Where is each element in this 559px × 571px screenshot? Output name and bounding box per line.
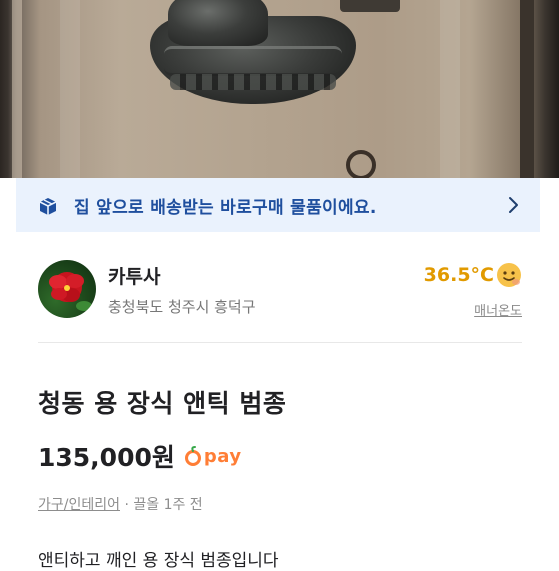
meta-separator: · bbox=[120, 497, 134, 513]
product-price: 135,000원 bbox=[38, 443, 175, 472]
bump-time: 끌올 1주 전 bbox=[133, 497, 203, 513]
bell-crown bbox=[168, 0, 268, 46]
category-link[interactable]: 가구/인테리어 bbox=[38, 497, 120, 513]
pay-badge: pay bbox=[184, 445, 242, 467]
light-stripe bbox=[60, 0, 80, 178]
manner-temperature-link[interactable]: 매너온도 bbox=[474, 300, 522, 319]
light-stripe bbox=[440, 0, 460, 178]
orange-pay-icon bbox=[184, 446, 201, 466]
pay-label: pay bbox=[203, 445, 242, 467]
bell-petal-ornament bbox=[170, 74, 336, 90]
banner-text: 집 앞으로 배송받는 바로구매 물품이에요. bbox=[74, 197, 377, 218]
manner-temperature: 36.5°C bbox=[423, 264, 494, 286]
bell-band bbox=[164, 46, 342, 76]
product-title: 청동 용 장식 앤틱 범종 bbox=[38, 389, 287, 418]
delivery-box-icon bbox=[39, 198, 57, 215]
seller-profile[interactable]: 카투사 충청북도 청주시 흥덕구 36.5°C 매너온도 bbox=[38, 258, 522, 322]
window-frame bbox=[12, 0, 22, 178]
product-photo[interactable] bbox=[0, 0, 559, 178]
seller-location: 충청북도 청주시 흥덕구 bbox=[108, 298, 256, 316]
smiley-face-icon bbox=[497, 263, 521, 287]
avatar[interactable] bbox=[38, 260, 96, 318]
product-meta: 가구/인테리어 · 끌올 1주 전 bbox=[38, 494, 203, 514]
wall-hook bbox=[346, 150, 376, 178]
hibiscus-flower-image bbox=[49, 272, 92, 311]
price-row: 135,000원 pay bbox=[38, 438, 242, 474]
bell-hanger bbox=[340, 0, 400, 12]
chevron-right-icon bbox=[509, 197, 518, 213]
seller-name[interactable]: 카투사 bbox=[108, 262, 160, 289]
door-edge bbox=[520, 0, 534, 178]
section-divider bbox=[38, 342, 522, 343]
direct-purchase-banner[interactable]: 집 앞으로 배송받는 바로구매 물품이에요. bbox=[16, 178, 540, 232]
